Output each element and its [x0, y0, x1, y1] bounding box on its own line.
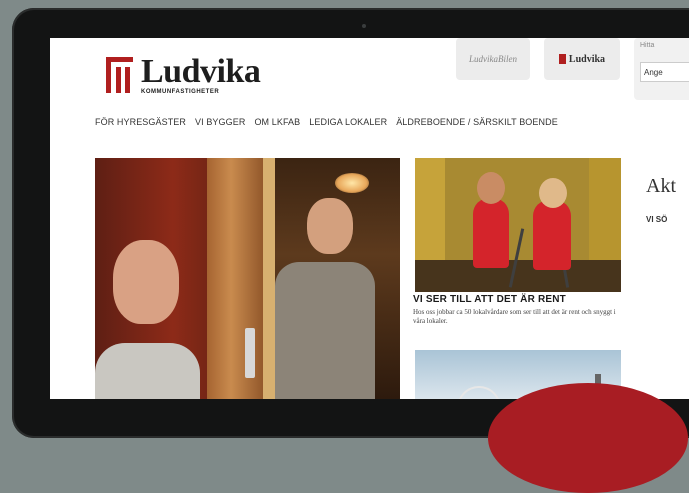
hero-image[interactable]	[95, 158, 400, 399]
article-description: Hos oss jobbar ca 50 lokalvårdare som se…	[413, 308, 616, 325]
nav-item-vi-bygger[interactable]: VI BYGGER	[195, 117, 245, 127]
nav-item-hyresgaster[interactable]: FÖR HYRESGÄSTER	[95, 117, 186, 127]
partner-label-2: Ludvika	[568, 53, 606, 65]
article-image-cleaners[interactable]	[415, 158, 621, 292]
partner-mark-icon	[558, 54, 566, 64]
sidebar-teaser[interactable]: VI SÖ	[646, 215, 676, 224]
red-circle-decoration	[488, 383, 688, 493]
logo-subtitle: KOMMUNFASTIGHETER	[141, 89, 220, 95]
side-panel-input[interactable]: Ange	[640, 62, 689, 82]
partner-label-1: LudvikaBilen	[469, 54, 517, 64]
site-logo[interactable]: Ludvika KOMMUNFASTIGHETER	[106, 53, 261, 95]
article-headline[interactable]: VI SER TILL ATT DET ÄR RENT	[413, 294, 566, 305]
nav-item-om-lkfab[interactable]: OM LKFAB	[254, 117, 300, 127]
browser-screen: Ludvika KOMMUNFASTIGHETER LudvikaBilen L…	[50, 38, 689, 399]
side-panel: Hitta Ange	[634, 38, 689, 100]
logo-mark-icon	[106, 57, 133, 93]
camera-dot	[362, 24, 366, 28]
sidebar-heading: Akt	[646, 175, 676, 197]
tablet-frame: Ludvika KOMMUNFASTIGHETER LudvikaBilen L…	[12, 8, 689, 438]
logo-name: Ludvika	[141, 53, 261, 90]
partner-logo-2: Ludvika	[558, 53, 606, 65]
partner-banner-2[interactable]: Ludvika	[544, 38, 620, 80]
side-panel-label: Hitta	[640, 42, 655, 49]
sidebar-column: Akt VI SÖ	[646, 175, 676, 224]
nav-item-aldreboende[interactable]: ÄLDREBOENDE / SÄRSKILT BOENDE	[396, 117, 558, 127]
nav-item-lediga-lokaler[interactable]: LEDIGA LOKALER	[309, 117, 387, 127]
partner-banner-1[interactable]: LudvikaBilen	[456, 38, 530, 80]
main-nav: FÖR HYRESGÄSTER VI BYGGER OM LKFAB LEDIG…	[95, 117, 558, 127]
